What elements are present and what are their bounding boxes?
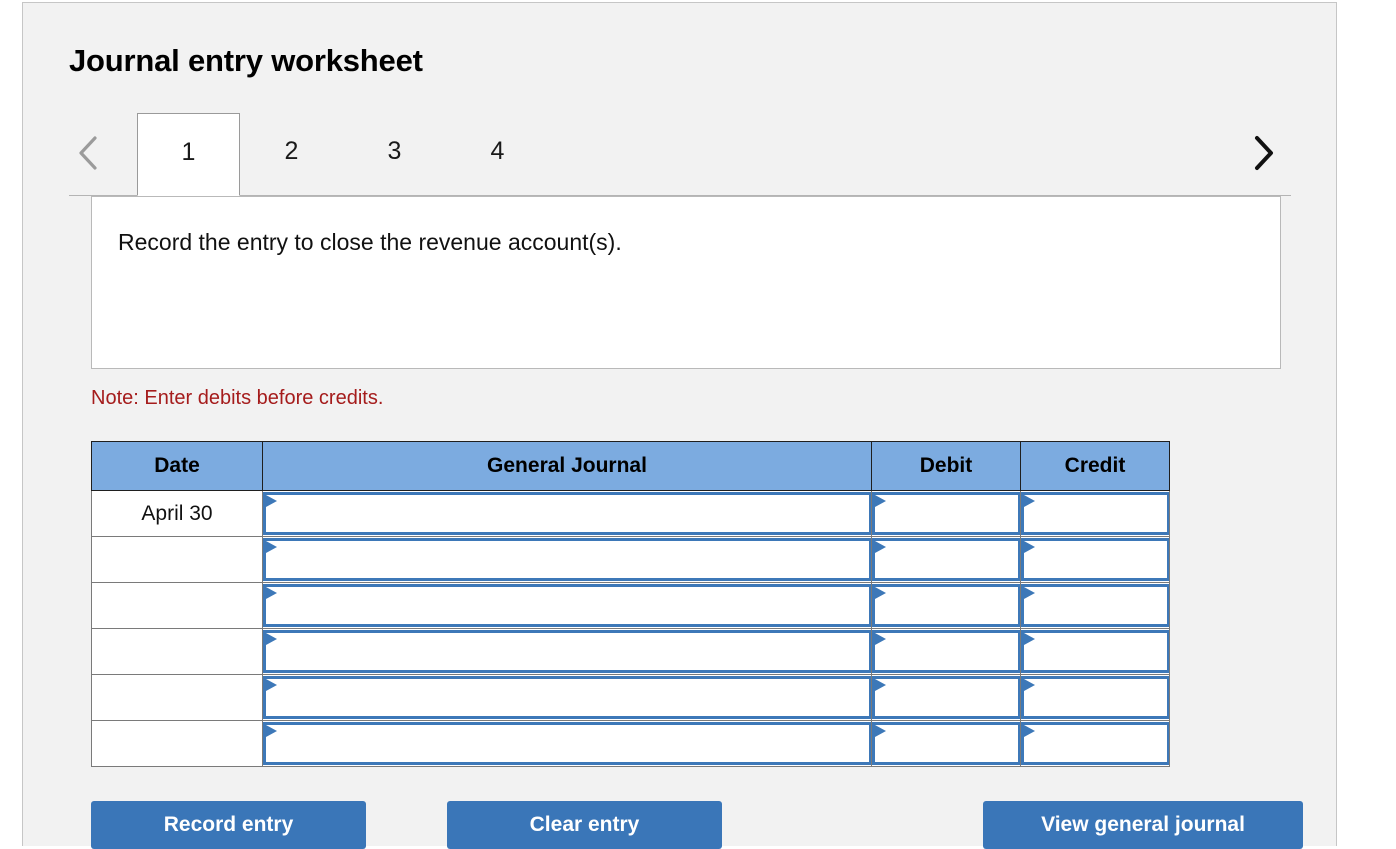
credit-input-5[interactable]	[1021, 676, 1169, 719]
credit-cell-4	[1020, 628, 1170, 675]
debit-cell-3	[871, 582, 1021, 629]
credit-cell-1	[1020, 490, 1170, 537]
credit-input-4[interactable]	[1021, 630, 1169, 673]
date-cell-6[interactable]	[91, 720, 263, 767]
debit-input-5[interactable]	[872, 676, 1020, 719]
credit-input-3[interactable]	[1021, 584, 1169, 627]
account-select-6[interactable]	[263, 722, 871, 765]
table-row	[91, 674, 1170, 721]
tab-3-label: 3	[387, 137, 402, 165]
tab-1-label: 1	[181, 138, 196, 166]
journal-entry-table: Date General Journal Debit Credit April …	[91, 441, 1170, 767]
column-header-credit: Credit	[1020, 441, 1170, 491]
general-journal-cell-4	[262, 628, 872, 675]
debit-cell-6	[871, 720, 1021, 767]
tab-1[interactable]: 1	[137, 113, 240, 196]
credit-cell-6	[1020, 720, 1170, 767]
debit-input-4[interactable]	[872, 630, 1020, 673]
chevron-left-icon[interactable]	[71, 128, 107, 178]
credit-cell-5	[1020, 674, 1170, 721]
instruction-text: Record the entry to close the revenue ac…	[118, 229, 622, 255]
instruction-panel: Record the entry to close the revenue ac…	[91, 196, 1281, 369]
date-cell-1[interactable]: April 30	[91, 490, 263, 537]
journal-entry-panel: Journal entry worksheet 1 2 3 4 Record t…	[22, 2, 1337, 849]
debit-input-1[interactable]	[872, 492, 1020, 535]
clear-entry-button[interactable]: Clear entry	[447, 801, 722, 849]
debits-before-credits-note: Note: Enter debits before credits.	[91, 387, 384, 409]
record-entry-button[interactable]: Record entry	[91, 801, 366, 849]
debit-input-3[interactable]	[872, 584, 1020, 627]
account-select-1[interactable]	[263, 492, 871, 535]
table-row	[91, 582, 1170, 629]
page-title: Journal entry worksheet	[69, 43, 423, 78]
general-journal-cell-6	[262, 720, 872, 767]
date-cell-2[interactable]	[91, 536, 263, 583]
table-row	[91, 720, 1170, 767]
table-row	[91, 628, 1170, 675]
tab-2-label: 2	[284, 137, 299, 165]
date-cell-5[interactable]	[91, 674, 263, 721]
date-cell-4[interactable]	[91, 628, 263, 675]
worksheet-tab-strip: 1 2 3 4	[23, 113, 1336, 197]
debit-cell-4	[871, 628, 1021, 675]
general-journal-cell-1	[262, 490, 872, 537]
account-select-3[interactable]	[263, 584, 871, 627]
credit-cell-2	[1020, 536, 1170, 583]
account-select-5[interactable]	[263, 676, 871, 719]
debit-input-2[interactable]	[872, 538, 1020, 581]
tab-2[interactable]: 2	[240, 113, 343, 196]
general-journal-cell-3	[262, 582, 872, 629]
date-cell-3[interactable]	[91, 582, 263, 629]
column-header-general-journal: General Journal	[262, 441, 872, 491]
column-header-date: Date	[91, 441, 263, 491]
general-journal-cell-2	[262, 536, 872, 583]
table-row	[91, 536, 1170, 583]
account-select-4[interactable]	[263, 630, 871, 673]
credit-cell-3	[1020, 582, 1170, 629]
debit-cell-2	[871, 536, 1021, 583]
tab-4[interactable]: 4	[446, 113, 549, 196]
tab-4-label: 4	[490, 137, 505, 165]
table-row: April 30	[91, 490, 1170, 537]
account-select-2[interactable]	[263, 538, 871, 581]
general-journal-cell-5	[262, 674, 872, 721]
column-header-debit: Debit	[871, 441, 1021, 491]
table-header-row: Date General Journal Debit Credit	[91, 441, 1170, 491]
debit-input-6[interactable]	[872, 722, 1020, 765]
view-general-journal-button[interactable]: View general journal	[983, 801, 1303, 849]
credit-input-2[interactable]	[1021, 538, 1169, 581]
credit-input-6[interactable]	[1021, 722, 1169, 765]
credit-input-1[interactable]	[1021, 492, 1169, 535]
tab-3[interactable]: 3	[343, 113, 446, 196]
debit-cell-5	[871, 674, 1021, 721]
debit-cell-1	[871, 490, 1021, 537]
chevron-right-icon[interactable]	[1245, 128, 1281, 178]
